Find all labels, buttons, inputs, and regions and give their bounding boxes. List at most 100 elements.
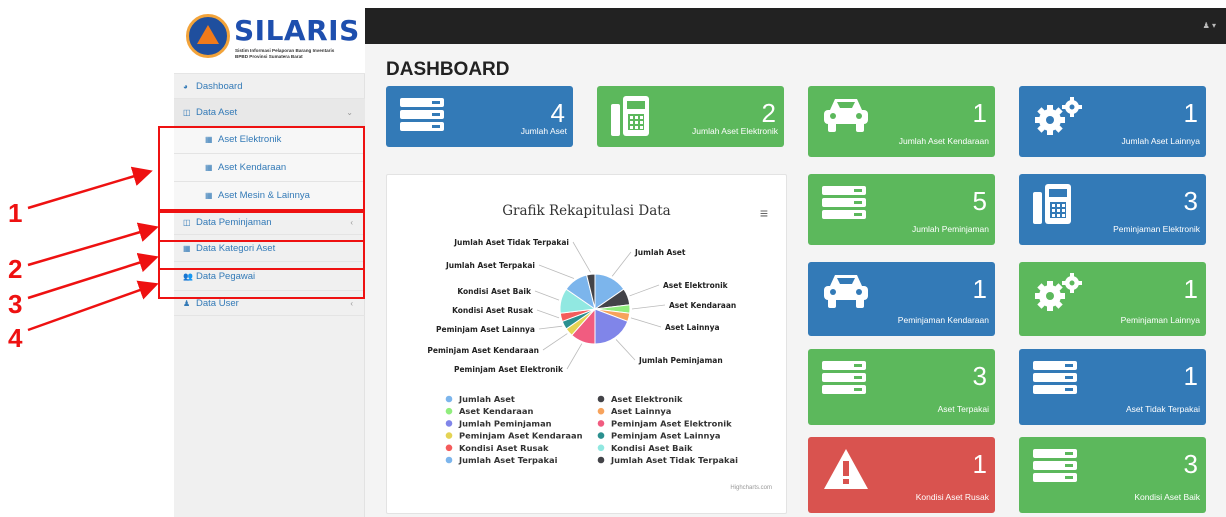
stat-tile[interactable]: 1 Jumlah Aset Kendaraan: [808, 86, 995, 157]
tile-label: Jumlah Aset Kendaraan: [898, 136, 989, 146]
pie-connector: [538, 264, 575, 279]
legend-item[interactable]: Peminjam Aset Lainnya: [611, 431, 720, 441]
tile-value: 1: [972, 98, 987, 128]
stat-tile[interactable]: 3 Peminjaman Elektronik: [1019, 174, 1206, 245]
pie-label: Jumlah Peminjaman: [638, 356, 723, 365]
legend-marker[interactable]: [445, 395, 453, 403]
tile-value: 1: [1183, 274, 1198, 304]
cogs-icon: [1033, 96, 1085, 141]
pie-label: Aset Kendaraan: [669, 301, 736, 310]
tile-label: Jumlah Aset Lainnya: [1121, 136, 1200, 146]
legend-marker[interactable]: [445, 432, 453, 439]
tile-value: 5: [972, 186, 987, 216]
annotation-box-3: [158, 240, 365, 270]
fax-icon: [1033, 184, 1073, 231]
annotation-number-3: 3: [8, 289, 23, 319]
chart-credit[interactable]: Highcharts.com: [730, 485, 772, 491]
annotation-number-2: 2: [8, 254, 23, 284]
user-menu-icon[interactable]: ♟ ▾: [1203, 21, 1216, 30]
pie-label: Peminjam Aset Elektronik: [454, 365, 564, 374]
tile-label: Kondisi Aset Baik: [1134, 492, 1200, 502]
tile-value: 1: [1183, 98, 1198, 128]
tile-value: 3: [1183, 449, 1198, 479]
legend-marker[interactable]: [445, 456, 453, 464]
car-icon: [822, 272, 870, 315]
warning-icon: [822, 447, 870, 496]
stat-tile[interactable]: 1 Kondisi Aset Rusak: [808, 437, 995, 513]
legend-item[interactable]: Peminjam Aset Elektronik: [611, 418, 732, 428]
pie-label: Jumlah Aset: [634, 248, 686, 257]
tile-label: Jumlah Aset: [520, 126, 567, 136]
server-icon: [1033, 447, 1079, 488]
fax-icon: [611, 96, 651, 143]
legend-item[interactable]: Kondisi Aset Rusak: [459, 443, 549, 453]
brand-title: SILARIS: [234, 14, 360, 47]
legend-marker[interactable]: [597, 444, 605, 452]
tile-label: Jumlah Aset Elektronik: [692, 126, 778, 136]
tile-label: Peminjaman Elektronik: [1113, 224, 1200, 234]
legend-item[interactable]: Jumlah Aset Tidak Terpakai: [610, 455, 738, 465]
legend-item[interactable]: Peminjam Aset Kendaraan: [459, 431, 583, 441]
stat-tile[interactable]: 3 Kondisi Aset Baik: [1019, 437, 1206, 513]
legend-marker[interactable]: [445, 420, 453, 427]
pie-connector: [572, 241, 591, 273]
tile-label: Aset Tidak Terpakai: [1125, 404, 1200, 414]
brand-subtitle: Sistim Informasi Pelaporan Barang Invent…: [235, 48, 335, 53]
pie-label: Jumlah Aset Tidak Terpakai: [453, 238, 569, 247]
legend-item[interactable]: Jumlah Peminjaman: [458, 418, 552, 428]
pie-connector: [615, 339, 636, 361]
stat-tile[interactable]: 1 Jumlah Aset Lainnya: [1019, 86, 1206, 157]
stat-tile[interactable]: 1 Peminjaman Kendaraan: [808, 262, 995, 336]
server-icon: [1033, 359, 1079, 400]
logo-icon: [186, 14, 230, 58]
legend-marker[interactable]: [597, 420, 605, 427]
legend-item[interactable]: Aset Elektronik: [611, 394, 683, 404]
pie-connector: [566, 343, 583, 370]
legend-marker[interactable]: [445, 444, 453, 452]
annotation-box-2: [158, 211, 365, 242]
stat-tile[interactable]: 5 Jumlah Peminjaman: [808, 174, 995, 245]
stat-tile[interactable]: 1 Peminjaman Lainnya: [1019, 262, 1206, 336]
pie-connector: [538, 325, 563, 330]
server-icon: [400, 96, 446, 137]
annotation-box-1: [158, 126, 365, 211]
pie-label: Peminjam Aset Kendaraan: [427, 346, 539, 355]
stat-tile[interactable]: 2 Jumlah Aset Elektronik: [597, 86, 784, 147]
pie-chart: Jumlah Aset Aset Elektronik Aset Kendaraan…: [427, 238, 738, 465]
tile-value: 3: [972, 361, 987, 391]
legend-item[interactable]: Aset Lainnya: [611, 406, 671, 416]
sidebar-item-data-aset[interactable]: ◫ Data Aset ⌄: [174, 99, 365, 126]
pie-connector: [631, 304, 666, 310]
legend-item[interactable]: Aset Kendaraan: [459, 406, 533, 416]
legend-item[interactable]: Jumlah Aset: [458, 394, 515, 404]
chart-card: Grafik Rekapitulasi Data ≡ Jumlah Aset As…: [386, 174, 787, 514]
pie-label: Peminjam Aset Lainnya: [436, 325, 535, 334]
legend-marker[interactable]: [597, 456, 605, 464]
stat-tile[interactable]: 1 Aset Tidak Terpakai: [1019, 349, 1206, 425]
tile-value: 1: [972, 274, 987, 304]
stat-tile[interactable]: 3 Aset Terpakai: [808, 349, 995, 425]
pie-label: Kondisi Aset Baik: [457, 287, 532, 296]
sidebar-item-dashboard[interactable]: ◕ Dashboard: [174, 74, 365, 99]
legend-marker[interactable]: [597, 432, 605, 439]
chevron-down-icon: ⌄: [346, 108, 353, 117]
brand[interactable]: SILARIS Sistim Informasi Pelaporan Baran…: [174, 0, 365, 74]
legend-marker[interactable]: [597, 407, 605, 415]
sidebar-item-label: Dashboard: [196, 81, 243, 92]
sidebar-item-label: Data Aset: [196, 107, 238, 118]
tile-label: Peminjaman Kendaraan: [897, 315, 989, 325]
legend-marker[interactable]: [597, 395, 605, 403]
sidebar-item-label: Data User: [196, 298, 239, 309]
legend-item[interactable]: Jumlah Aset Terpakai: [458, 455, 558, 465]
page-title: DASHBOARD: [386, 59, 510, 80]
tile-label: Peminjaman Lainnya: [1120, 315, 1200, 325]
legend-item[interactable]: Kondisi Aset Baik: [611, 443, 693, 453]
tile-label: Aset Terpakai: [937, 404, 989, 414]
pie-connector: [611, 251, 632, 277]
car-icon: [822, 96, 870, 139]
stat-tile[interactable]: 4 Jumlah Aset: [386, 86, 573, 147]
pie-connector: [534, 290, 560, 301]
legend-marker[interactable]: [445, 407, 453, 415]
pie-connector: [629, 284, 660, 297]
pie-label: Aset Elektronik: [663, 281, 729, 290]
